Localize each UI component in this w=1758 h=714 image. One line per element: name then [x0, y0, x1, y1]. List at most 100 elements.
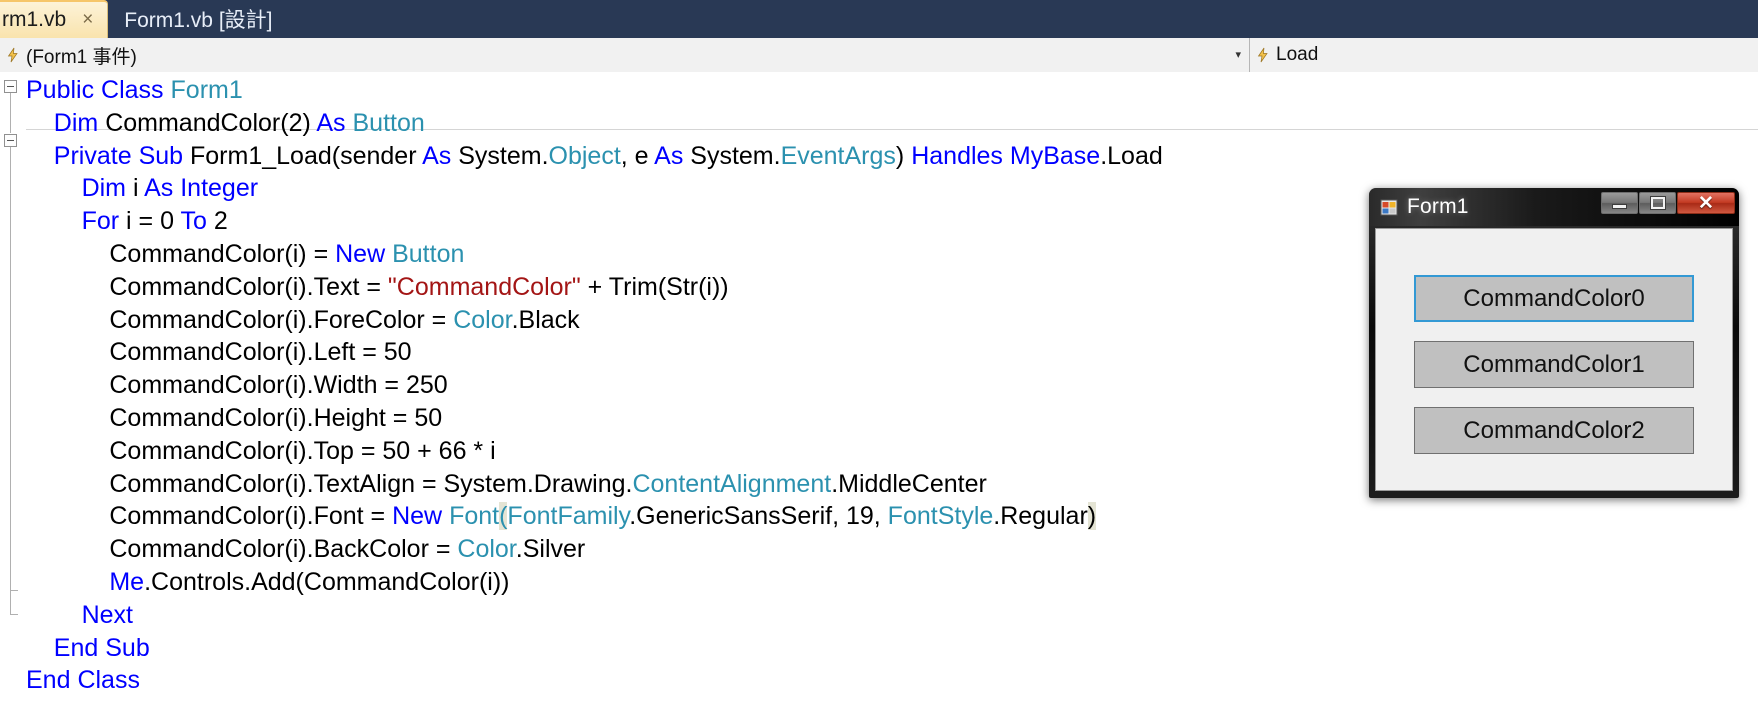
button-label: CommandColor1 — [1463, 350, 1645, 378]
code-token: Color — [453, 305, 512, 334]
form1-title-bar[interactable]: Form1 ✕ — [1369, 188, 1739, 226]
code-token: To — [180, 207, 214, 236]
minimize-button[interactable] — [1601, 192, 1638, 214]
code-token: For — [81, 207, 127, 236]
code-token: System. — [690, 141, 781, 170]
tab-form1-vb-design[interactable]: Form1.vb [設計] — [108, 0, 286, 38]
code-token: , e — [620, 141, 655, 170]
code-token: CommandColor(i).Height = 50 — [109, 403, 443, 432]
code-line[interactable]: CommandColor(i).Font = New Font(FontFami… — [0, 500, 1758, 533]
editor-tab-strip: rm1.vb × Form1.vb [設計] — [0, 0, 1758, 38]
code-token: Integer — [180, 174, 259, 203]
code-token: ) — [895, 141, 912, 170]
code-token: i — [132, 174, 145, 203]
code-token: Class — [77, 666, 140, 695]
code-token: Me — [109, 567, 145, 596]
code-token: CommandColor(i).TextAlign = System.Drawi… — [109, 469, 633, 498]
code-token: New — [335, 239, 393, 268]
vb-form-icon — [1380, 198, 1399, 217]
form1-title-text: Form1 — [1407, 195, 1469, 218]
code-token: Object — [548, 141, 621, 170]
object-dropdown[interactable]: (Form1 事件) ▾ — [0, 38, 1250, 72]
code-token: Button — [392, 239, 465, 268]
code-line[interactable]: Next — [0, 599, 1758, 632]
code-token: System. — [458, 141, 549, 170]
code-token: Font — [449, 502, 500, 531]
code-token: CommandColor(i).Font = — [109, 502, 393, 531]
code-token: MyBase — [1009, 141, 1101, 170]
code-token: Public — [26, 76, 102, 104]
command-color-1-button[interactable]: CommandColor1 — [1414, 341, 1694, 388]
button-label: CommandColor0 — [1463, 284, 1645, 312]
code-line[interactable]: End Sub — [0, 632, 1758, 665]
code-token: Class — [101, 76, 171, 104]
lightning-icon — [4, 46, 22, 64]
code-token: CommandColor(i).Text = — [109, 272, 388, 301]
code-line[interactable]: Dim CommandColor(2) As Button — [0, 107, 1758, 140]
maximize-icon — [1649, 196, 1666, 210]
code-token: .Regular — [993, 502, 1088, 531]
code-token: New — [392, 502, 450, 531]
code-token: .Silver — [515, 535, 586, 564]
code-token: Sub — [138, 141, 190, 170]
code-token: As — [316, 108, 353, 137]
editor-bottom-fill — [0, 700, 1758, 714]
code-token: Dim — [53, 108, 106, 137]
code-token: .Black — [511, 305, 580, 334]
code-token: .Load — [1100, 141, 1163, 170]
code-token: As — [422, 141, 459, 170]
code-token: CommandColor(i).ForeColor = — [109, 305, 454, 334]
code-token: Sub — [105, 633, 150, 662]
code-token: 2 — [213, 207, 228, 236]
code-token: Private — [53, 141, 139, 170]
code-token: .MiddleCenter — [831, 469, 987, 498]
code-token: As — [144, 174, 181, 203]
minimize-icon — [1612, 204, 1627, 209]
button-label: CommandColor2 — [1463, 416, 1645, 444]
code-token: EventArgs — [780, 141, 896, 170]
lightning-icon — [1254, 46, 1272, 64]
window-controls: ✕ — [1600, 192, 1735, 214]
tab-label: rm1.vb — [2, 8, 67, 31]
code-token: CommandColor(i).Left = 50 — [109, 338, 412, 367]
code-token: + Trim(Str(i)) — [580, 272, 729, 301]
form1-runtime-window[interactable]: Form1 ✕ CommandColor0 CommandColor1 Comm… — [1369, 188, 1739, 498]
code-token: CommandColor(i).Width = 250 — [109, 371, 448, 400]
command-color-2-button[interactable]: CommandColor2 — [1414, 407, 1694, 454]
code-token: CommandColor(i).Top = 50 + 66 * i — [109, 436, 496, 465]
code-token: FontFamily — [507, 502, 630, 531]
code-token: i = 0 — [126, 207, 181, 236]
code-token: Dim — [81, 174, 133, 203]
code-token: ) — [1087, 502, 1097, 531]
code-line[interactable]: CommandColor(i).BackColor = Color.Silver — [0, 533, 1758, 566]
code-token: ContentAlignment — [632, 469, 832, 498]
maximize-button[interactable] — [1639, 192, 1676, 214]
code-token: "CommandColor" — [387, 272, 581, 301]
form1-client-area: CommandColor0 CommandColor1 CommandColor… — [1375, 228, 1733, 491]
close-icon[interactable]: × — [82, 9, 93, 31]
close-icon: ✕ — [1698, 192, 1714, 214]
code-line[interactable]: Private Sub Form1_Load(sender As System.… — [0, 140, 1758, 173]
code-line[interactable]: Me.Controls.Add(CommandColor(i)) — [0, 566, 1758, 599]
code-token: CommandColor(i) = — [109, 239, 336, 268]
code-token: FontStyle — [887, 502, 994, 531]
vs-code-editor-window: rm1.vb × Form1.vb [設計] (Form1 事件) ▾ Load — [0, 0, 1758, 714]
code-token: .Controls.Add(CommandColor(i)) — [144, 567, 510, 596]
code-token: Form1 — [170, 76, 243, 104]
code-token: Form1_Load(sender — [190, 141, 423, 170]
code-line[interactable]: End Class — [0, 664, 1758, 697]
code-navigation-bar: (Form1 事件) ▾ Load — [0, 38, 1758, 73]
command-color-0-button[interactable]: CommandColor0 — [1414, 275, 1694, 322]
code-token: Button — [352, 108, 425, 137]
chevron-down-icon[interactable]: ▾ — [1235, 49, 1241, 61]
code-token: CommandColor(i).BackColor = — [109, 535, 458, 564]
code-token: Color — [457, 535, 516, 564]
tab-form1-vb-code[interactable]: rm1.vb × — [0, 0, 109, 38]
code-token: End — [53, 633, 106, 662]
code-line[interactable]: Public Class Form1 — [0, 74, 1758, 107]
code-token: As — [654, 141, 691, 170]
member-dropdown-value: Load — [1276, 44, 1319, 65]
close-button[interactable]: ✕ — [1677, 192, 1735, 214]
member-dropdown[interactable]: Load — [1250, 38, 1758, 72]
code-token: End — [26, 666, 78, 695]
